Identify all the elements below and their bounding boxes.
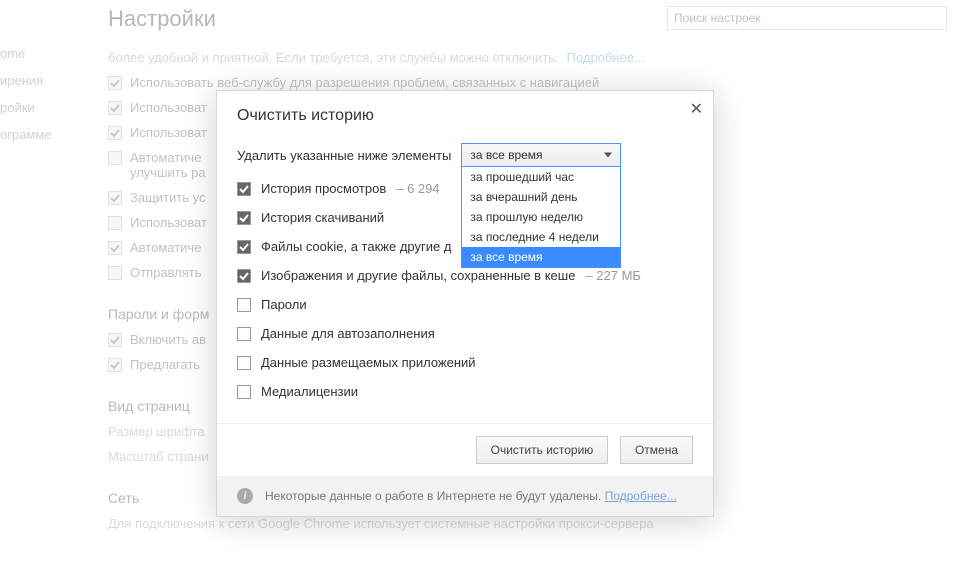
checkbox-icon[interactable] [108,216,122,230]
setting-label: Использоват [130,125,207,140]
clear-item-label: Изображения и другие файлы, сохраненные … [261,268,575,283]
checkbox[interactable] [237,298,251,312]
setting-label: Автоматиче [130,240,201,255]
cancel-button[interactable]: Отмена [620,436,693,464]
checkbox-icon[interactable] [108,76,122,90]
select-option[interactable]: за последние 4 недели [462,227,620,247]
checkbox[interactable] [237,211,251,225]
clear-item-row: Медиалицензии [237,384,693,399]
checkbox[interactable] [237,269,251,283]
setting-label: Предлагать [130,357,200,372]
dialog-title: Очистить историю [217,91,713,133]
checkbox-icon[interactable] [108,191,122,205]
checkbox[interactable] [237,327,251,341]
clear-item-hint: – 6 294 [396,181,439,196]
setting-text: Для подключения к сети Google Chrome исп… [108,516,947,531]
checkbox-icon[interactable] [108,358,122,372]
select-option[interactable]: за все время [462,247,620,267]
time-range-row: Удалить указанные ниже элементы за все в… [237,143,693,167]
prompt-label: Удалить указанные ниже элементы [237,148,451,163]
sidebar-item[interactable]: ирения [0,67,80,94]
learn-more-link[interactable]: Подробнее... [605,489,677,503]
clear-item-label: Данные для автозаполнения [261,326,435,341]
clear-item-label: Пароли [261,297,307,312]
time-range-select[interactable]: за все время за прошедший час за вчерашн… [461,143,621,167]
select-dropdown: за прошедший час за вчерашний день за пр… [461,167,621,268]
intro-text: более удобной и приятной. Если требуется… [108,50,559,65]
select-value: за все время [470,148,542,162]
clear-item-hint: – 227 МБ [585,268,641,283]
search-container [667,6,947,30]
checkbox[interactable] [237,385,251,399]
checkbox[interactable] [237,240,251,254]
learn-more-link[interactable]: Подробнее... [567,50,645,65]
sidebar-item[interactable]: ограмме [0,121,80,148]
clear-item-row: Данные для автозаполнения [237,326,693,341]
clear-item-label: История скачиваний [261,210,384,225]
info-bar: i Некоторые данные о работе в Интернете … [217,476,713,516]
checkbox-icon[interactable] [108,126,122,140]
setting-label: Использоват [130,215,207,230]
clear-item-label: Файлы cookie, а также другие д [261,239,451,254]
select-option[interactable]: за вчерашний день [462,187,620,207]
checkbox[interactable] [237,356,251,370]
sidebar-item[interactable]: ройки [0,94,80,121]
intro-line: более удобной и приятной. Если требуется… [108,50,947,65]
info-icon: i [237,488,253,504]
setting-label: Использовать веб-службу для разрешения п… [130,75,599,90]
chevron-down-icon [604,153,612,158]
setting-label: Включить ав [130,332,206,347]
search-input[interactable] [667,6,947,30]
checkbox-icon[interactable] [108,333,122,347]
clear-item-row: Изображения и другие файлы, сохраненные … [237,268,693,283]
checkbox-icon[interactable] [108,151,122,165]
sidebar-item[interactable]: ome [0,40,80,67]
dialog-footer: Очистить историю Отмена [217,423,713,476]
select-option[interactable]: за прошлую неделю [462,207,620,227]
checkbox-icon[interactable] [108,241,122,255]
checkbox[interactable] [237,182,251,196]
page-title: Настройки [108,6,216,32]
info-text: Некоторые данные о работе в Интернете не… [265,489,677,503]
sidebar: ome ирения ройки ограмме [0,40,80,148]
clear-item-label: История просмотров [261,181,386,196]
checkbox-icon[interactable] [108,101,122,115]
checkbox-icon[interactable] [108,266,122,280]
clear-history-button[interactable]: Очистить историю [476,436,609,464]
clear-item-label: Данные размещаемых приложений [261,355,476,370]
clear-item-label: Медиалицензии [261,384,358,399]
select-button[interactable]: за все время [461,143,621,167]
clear-history-dialog: ✕ Очистить историю Удалить указанные ниж… [216,90,714,517]
setting-label: Отправлять [130,265,202,280]
close-icon[interactable]: ✕ [690,99,703,119]
select-option[interactable]: за прошедший час [462,167,620,187]
setting-row: Использовать веб-службу для разрешения п… [108,75,947,90]
setting-label: Использоват [130,100,207,115]
setting-label: Защитить ус [130,190,205,205]
setting-label: Автоматичеулучшить ра [130,150,206,180]
clear-item-row: Пароли [237,297,693,312]
dialog-body: Удалить указанные ниже элементы за все в… [217,133,713,423]
clear-item-row: Данные размещаемых приложений [237,355,693,370]
